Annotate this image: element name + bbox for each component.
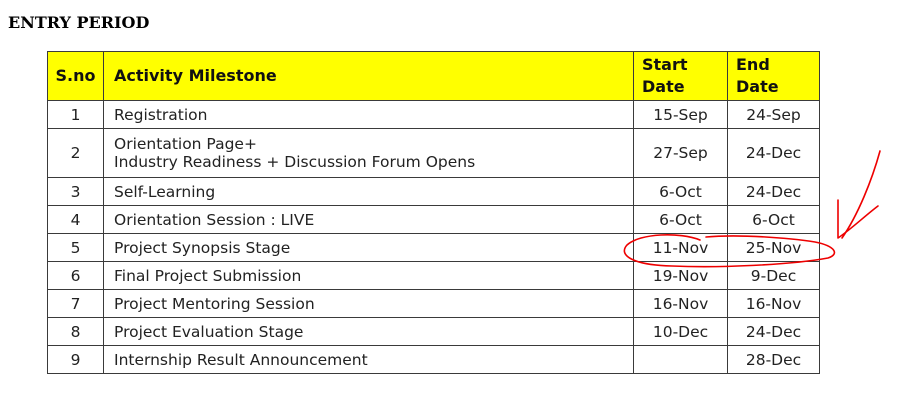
- table-row: 2 Orientation Page+ Industry Readiness + …: [47, 128, 820, 178]
- row-end-date: 16-Nov: [727, 289, 820, 318]
- row-activity: Self-Learning: [103, 177, 634, 206]
- table-row: 1 Registration 15-Sep 24-Sep: [47, 100, 820, 129]
- row-start-date: 19-Nov: [633, 261, 728, 290]
- table-row: 8 Project Evaluation Stage 10-Dec 24-Dec: [47, 317, 820, 346]
- table-row: 6 Final Project Submission 19-Nov 9-Dec: [47, 261, 820, 290]
- row-end-date: 24-Sep: [727, 100, 820, 129]
- page-title: ENTRY PERIOD: [8, 13, 150, 32]
- row-end-date: 25-Nov: [727, 233, 820, 262]
- row-sno: 7: [47, 289, 104, 318]
- row-start-date: [633, 345, 728, 374]
- arrow-head-icon: [837, 199, 879, 239]
- row-end-date: 24-Dec: [727, 128, 820, 178]
- column-header-sno: S.no: [47, 51, 104, 101]
- row-activity: Project Synopsis Stage: [103, 233, 634, 262]
- row-activity: Orientation Session : LIVE: [103, 205, 634, 234]
- row-end-date: 6-Oct: [727, 205, 820, 234]
- row-activity: Project Evaluation Stage: [103, 317, 634, 346]
- row-sno: 5: [47, 233, 104, 262]
- row-activity: Orientation Page+ Industry Readiness + Di…: [103, 128, 634, 178]
- row-end-date: 24-Dec: [727, 177, 820, 206]
- row-start-date: 6-Oct: [633, 177, 728, 206]
- row-sno: 9: [47, 345, 104, 374]
- row-start-date: 10-Dec: [633, 317, 728, 346]
- row-start-date: 16-Nov: [633, 289, 728, 318]
- row-sno: 1: [47, 100, 104, 129]
- row-sno: 8: [47, 317, 104, 346]
- end-header-line1: End: [736, 55, 770, 74]
- start-header-line1: Start: [642, 55, 688, 74]
- row-start-date: 6-Oct: [633, 205, 728, 234]
- table-row: 9 Internship Result Announcement 28-Dec: [47, 345, 820, 374]
- row-start-date: 11-Nov: [633, 233, 728, 262]
- row-sno: 3: [47, 177, 104, 206]
- row-sno: 6: [47, 261, 104, 290]
- row-sno: 2: [47, 128, 104, 178]
- table-row: 7 Project Mentoring Session 16-Nov 16-No…: [47, 289, 820, 318]
- table-row: 3 Self-Learning 6-Oct 24-Dec: [47, 177, 820, 206]
- row-end-date: 28-Dec: [727, 345, 820, 374]
- row-sno: 4: [47, 205, 104, 234]
- column-header-end-date: End Date: [727, 51, 820, 101]
- end-header-line2: Date: [736, 77, 779, 96]
- table-header-row: S.no Activity Milestone Start Date End Dat…: [47, 51, 820, 101]
- column-header-activity: Activity Milestone: [103, 51, 634, 101]
- row-activity-line2: Industry Readiness + Discussion Forum Op…: [114, 153, 476, 171]
- column-header-start-date: Start Date: [633, 51, 728, 101]
- start-header-line2: Date: [642, 77, 685, 96]
- row-end-date: 9-Dec: [727, 261, 820, 290]
- row-end-date: 24-Dec: [727, 317, 820, 346]
- table-row: 4 Orientation Session : LIVE 6-Oct 6-Oct: [47, 205, 820, 234]
- row-activity-line1: Orientation Page+: [114, 135, 257, 153]
- row-start-date: 27-Sep: [633, 128, 728, 178]
- row-start-date: 15-Sep: [633, 100, 728, 129]
- row-activity: Final Project Submission: [103, 261, 634, 290]
- row-activity: Registration: [103, 100, 634, 129]
- table-row: 5 Project Synopsis Stage 11-Nov 25-Nov: [47, 233, 820, 262]
- arrow-shaft-icon: [841, 150, 881, 239]
- row-activity: Project Mentoring Session: [103, 289, 634, 318]
- milestones-table: S.no Activity Milestone Start Date End Dat…: [47, 51, 820, 374]
- row-activity: Internship Result Announcement: [103, 345, 634, 374]
